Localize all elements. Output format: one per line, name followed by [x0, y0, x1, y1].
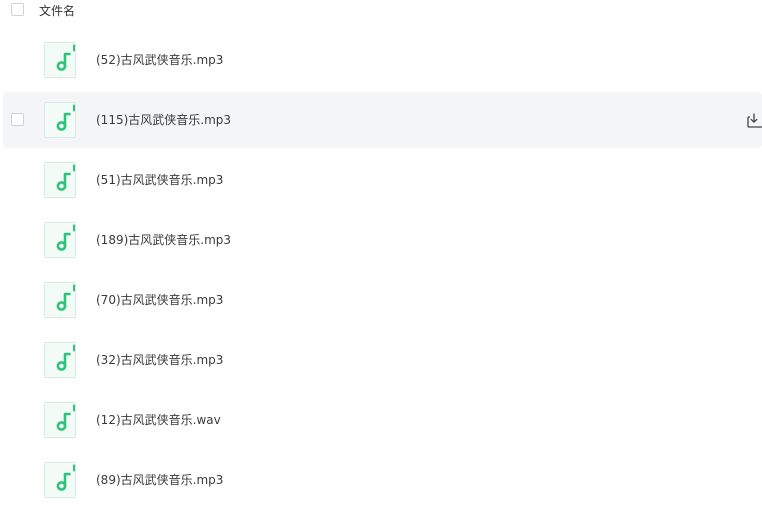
file-row[interactable]: (189)古风武侠音乐.mp3 [3, 212, 762, 268]
file-name[interactable]: (32)古风武侠音乐.mp3 [96, 352, 223, 368]
select-all-checkbox[interactable] [11, 3, 24, 16]
file-name[interactable]: (51)古风武侠音乐.mp3 [96, 172, 223, 188]
file-row[interactable]: (70)古风武侠音乐.mp3 [3, 272, 762, 328]
file-row[interactable]: (32)古风武侠音乐.mp3 [3, 332, 762, 388]
file-row[interactable]: (51)古风武侠音乐.mp3 [3, 152, 762, 208]
file-name[interactable]: (52)古风武侠音乐.mp3 [96, 52, 223, 68]
file-name[interactable]: (189)古风武侠音乐.mp3 [96, 232, 231, 248]
file-name[interactable]: (70)古风武侠音乐.mp3 [96, 292, 223, 308]
music-file-icon [44, 342, 76, 378]
file-row-hovered[interactable]: (115)古风武侠音乐.mp3 [3, 92, 762, 148]
file-row[interactable]: (12)古风武侠音乐.wav [3, 392, 762, 448]
music-file-icon [44, 42, 76, 78]
music-file-icon [44, 222, 76, 258]
file-name[interactable]: (12)古风武侠音乐.wav [96, 412, 221, 428]
file-name[interactable]: (89)古风武侠音乐.mp3 [96, 472, 223, 488]
row-checkbox[interactable] [11, 113, 24, 126]
file-list-header: 文件名 [0, 0, 762, 22]
column-header-filename[interactable]: 文件名 [39, 3, 75, 19]
download-icon[interactable] [746, 111, 762, 129]
music-file-icon [44, 462, 76, 498]
music-file-icon [44, 102, 76, 138]
file-row[interactable]: (52)古风武侠音乐.mp3 [3, 32, 762, 88]
file-list: 文件名 (52)古风武侠音乐.mp3 (115)古风武侠音乐.mp3 (51)古… [0, 0, 762, 506]
music-file-icon [44, 162, 76, 198]
file-row[interactable]: (89)古风武侠音乐.mp3 [3, 452, 762, 506]
file-name[interactable]: (115)古风武侠音乐.mp3 [96, 112, 231, 128]
music-file-icon [44, 402, 76, 438]
music-file-icon [44, 282, 76, 318]
